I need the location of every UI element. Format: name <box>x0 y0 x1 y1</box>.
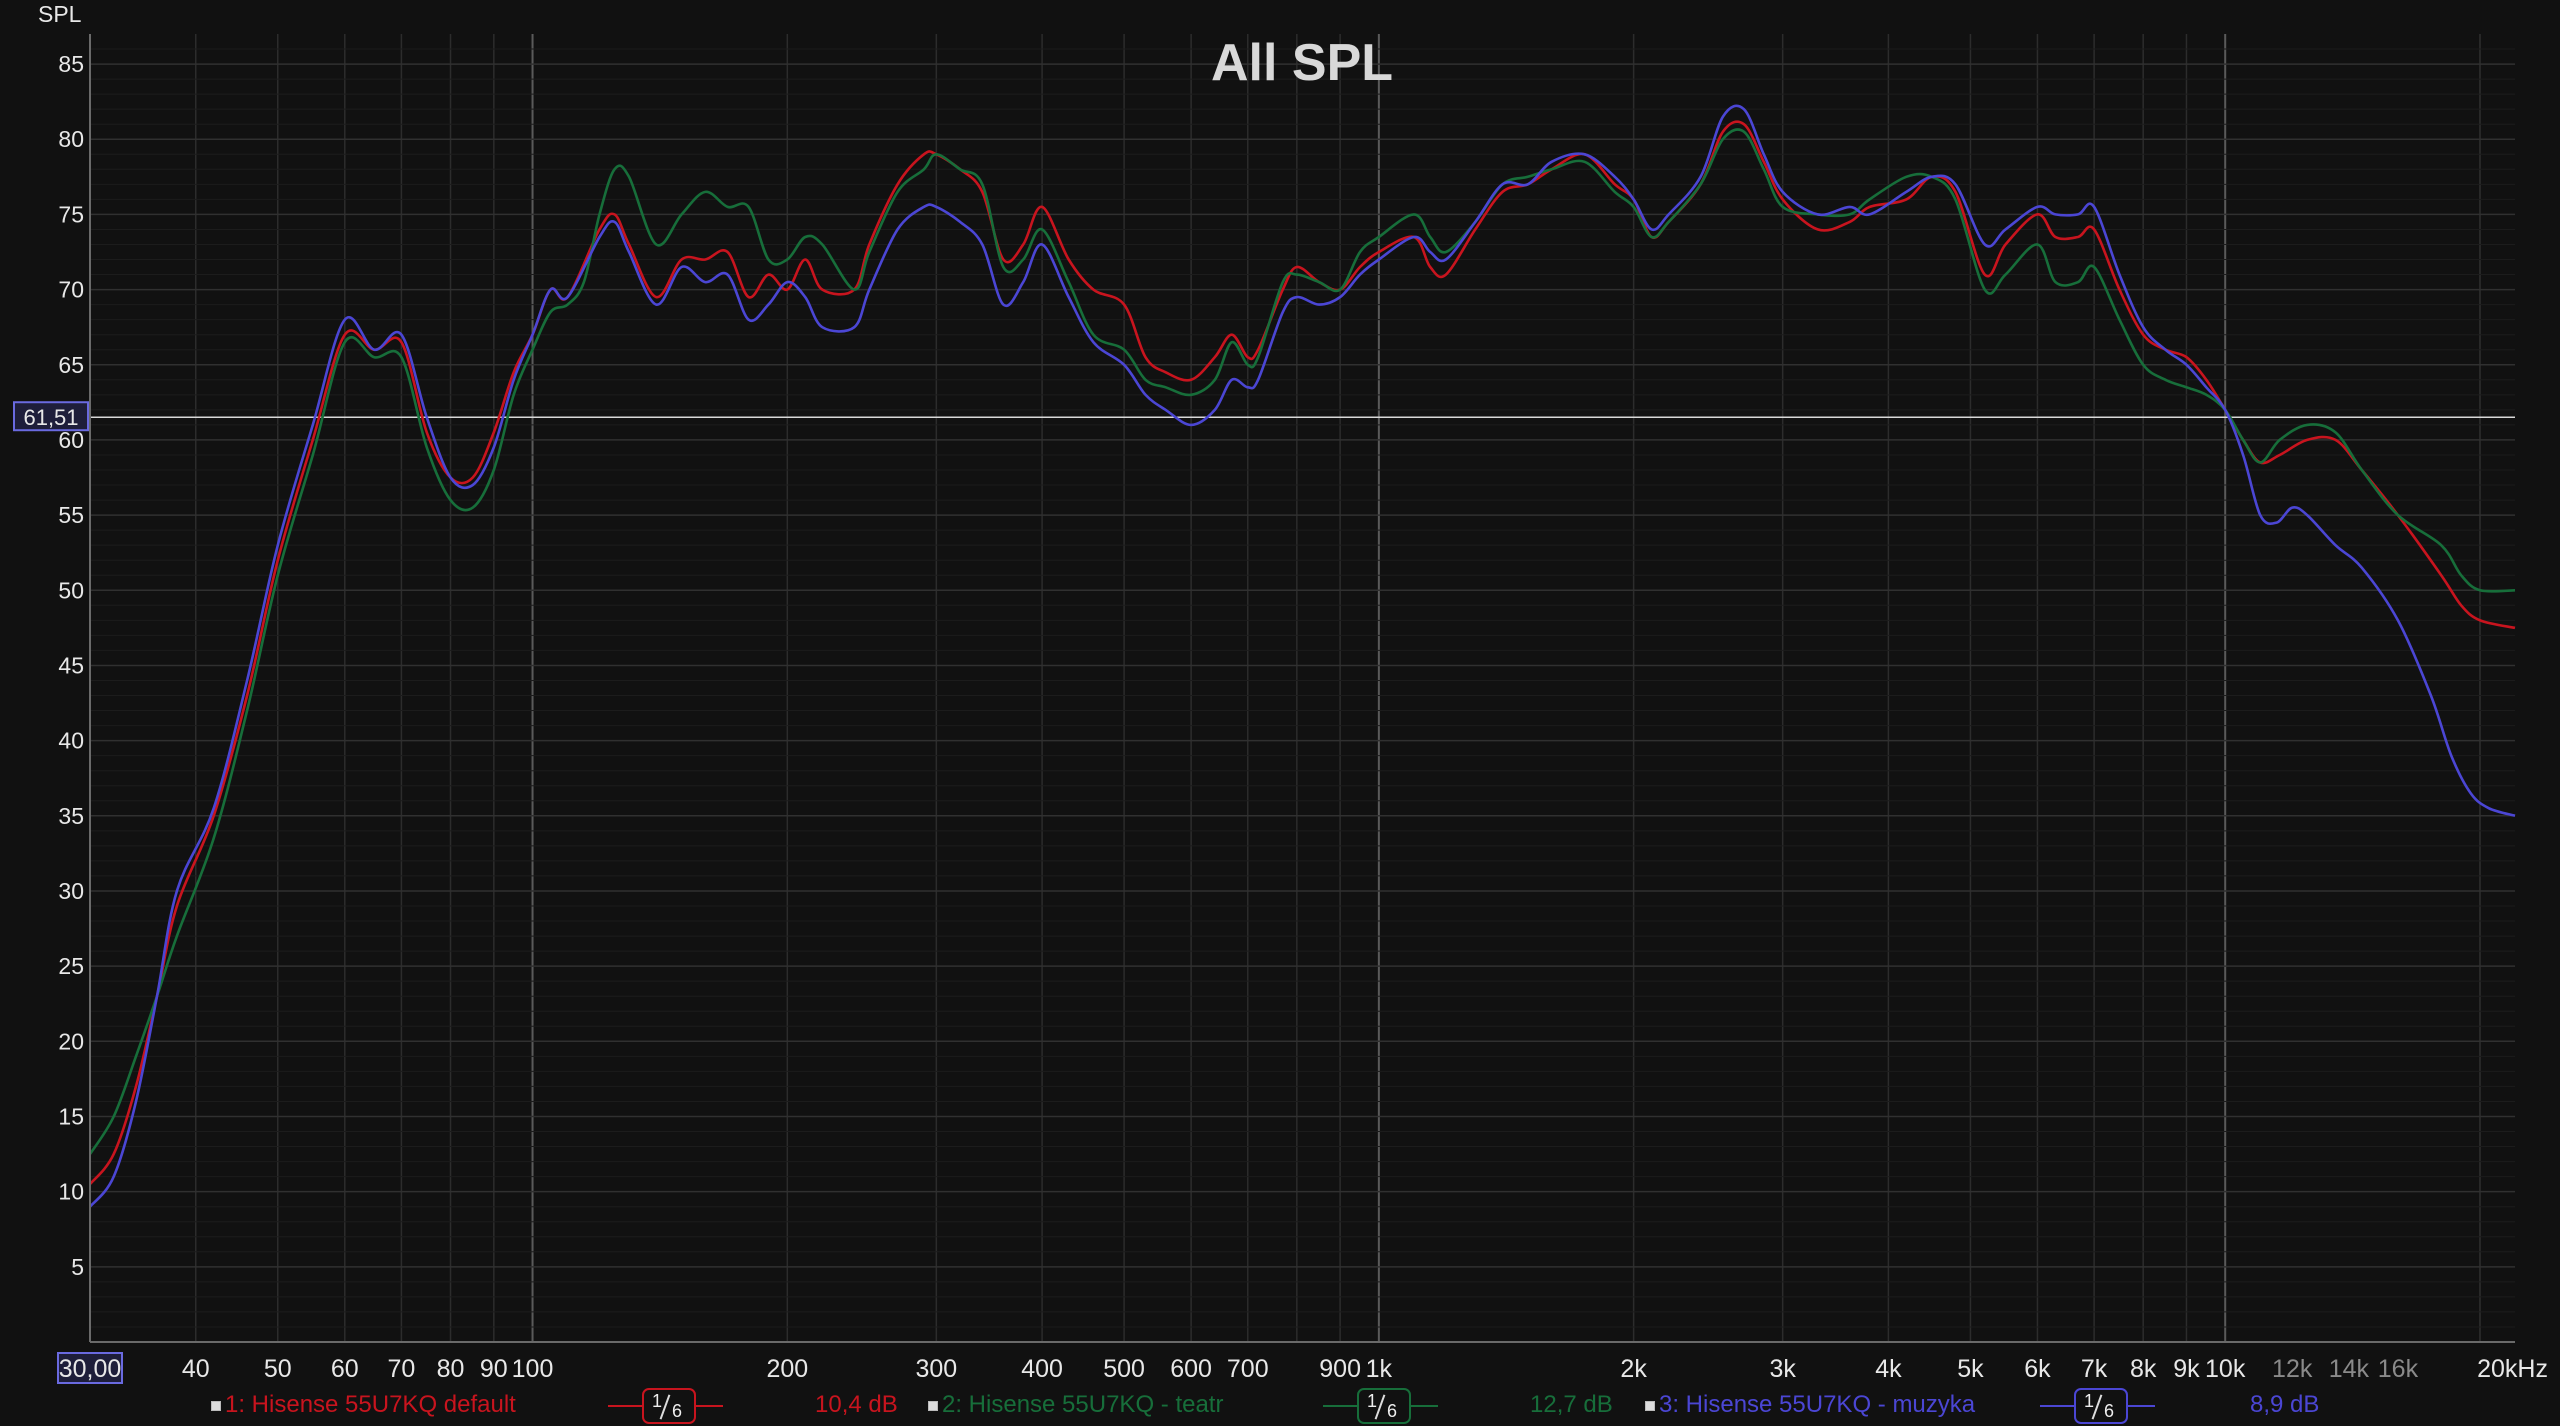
chart-title: All SPL <box>1211 34 1393 92</box>
y-tick-label: 70 <box>58 277 84 303</box>
series-1-value: 10,4 dB <box>815 1391 898 1418</box>
x-tick-label: 500 <box>1103 1355 1145 1383</box>
x-tick-label: 600 <box>1170 1355 1212 1383</box>
x-tick-label: 16k <box>2378 1355 2419 1383</box>
y-tick-label: 30 <box>58 878 84 904</box>
smoothing-denominator: 6 <box>1387 1401 1398 1421</box>
x-tick-label: 3k <box>1769 1355 1796 1383</box>
y-tick-label: 25 <box>58 953 84 979</box>
smoothing-numerator: 1 <box>652 1391 663 1411</box>
x-start-label: 30,00 <box>59 1355 122 1383</box>
y-tick-label: 75 <box>58 201 84 227</box>
x-tick-label: 14k <box>2329 1355 2370 1383</box>
x-tick-label: 5k <box>1957 1355 1984 1383</box>
series-1-checkbox[interactable] <box>211 1401 221 1411</box>
x-tick-label: 400 <box>1021 1355 1063 1383</box>
series-3-checkbox[interactable] <box>1645 1401 1655 1411</box>
series-2-value: 12,7 dB <box>1530 1391 1613 1418</box>
x-tick-label: 10k <box>2205 1355 2246 1383</box>
y-tick-label: 45 <box>58 652 84 678</box>
series-3-name[interactable]: 3: Hisense 55U7KQ - muzyka <box>1659 1385 1975 1425</box>
x-tick-label: 50 <box>264 1355 292 1383</box>
y-tick-label: 55 <box>58 502 84 528</box>
smoothing-numerator: 1 <box>1367 1391 1378 1411</box>
smoothing-denominator: 6 <box>672 1401 683 1421</box>
x-tick-label: 80 <box>437 1355 465 1383</box>
x-tick-label: 60 <box>331 1355 359 1383</box>
series-1-name[interactable]: 1: Hisense 55U7KQ default <box>225 1385 516 1425</box>
y-tick-label: 50 <box>58 577 84 603</box>
x-tick-label: 300 <box>915 1355 957 1383</box>
y-tick-label: 35 <box>58 803 84 829</box>
spl-chart: 61,51 8580757065605550454035302520151054… <box>0 0 2560 1426</box>
series-3-value: 8,9 dB <box>2250 1391 2320 1418</box>
smoothing-numerator: 1 <box>2084 1391 2095 1411</box>
x-tick-label: 700 <box>1227 1355 1269 1383</box>
y-tick-label: 5 <box>71 1254 84 1280</box>
x-tick-label: 70 <box>388 1355 416 1383</box>
x-tick-label: 900 <box>1319 1355 1361 1383</box>
y-tick-label: 10 <box>58 1179 84 1205</box>
x-tick-label: 7k <box>2081 1355 2108 1383</box>
y-tick-label: 60 <box>58 427 84 453</box>
y-tick-label: 80 <box>58 126 84 152</box>
x-tick-label: 8k <box>2130 1355 2157 1383</box>
y-tick-label: 85 <box>58 51 84 77</box>
x-tick-label: 40 <box>182 1355 210 1383</box>
x-tick-label: 90 <box>480 1355 508 1383</box>
x-tick-label: 2k <box>1620 1355 1647 1383</box>
smoothing-box: 16 <box>1357 1388 1411 1424</box>
y-tick-label: 40 <box>58 728 84 754</box>
smoothing-box: 16 <box>642 1388 696 1424</box>
x-tick-label: 12k <box>2272 1355 2313 1383</box>
y-tick-label: 20 <box>58 1028 84 1054</box>
smoothing-denominator: 6 <box>2104 1401 2115 1421</box>
series-2-checkbox[interactable] <box>928 1401 938 1411</box>
x-end-label: 20kHz <box>2477 1355 2548 1383</box>
x-tick-label: 1k <box>1366 1355 1393 1383</box>
y-tick-label: 65 <box>58 352 84 378</box>
x-tick-label: 4k <box>1875 1355 1902 1383</box>
series-2-name[interactable]: 2: Hisense 55U7KQ - teatr <box>942 1385 1223 1425</box>
y-axis-title: SPL <box>38 1 82 27</box>
y-tick-label: 15 <box>58 1103 84 1129</box>
x-tick-label: 9k <box>2173 1355 2200 1383</box>
x-tick-label: 100 <box>512 1355 554 1383</box>
smoothing-box: 16 <box>2074 1388 2128 1424</box>
x-tick-label: 6k <box>2024 1355 2051 1383</box>
x-tick-label: 200 <box>766 1355 808 1383</box>
